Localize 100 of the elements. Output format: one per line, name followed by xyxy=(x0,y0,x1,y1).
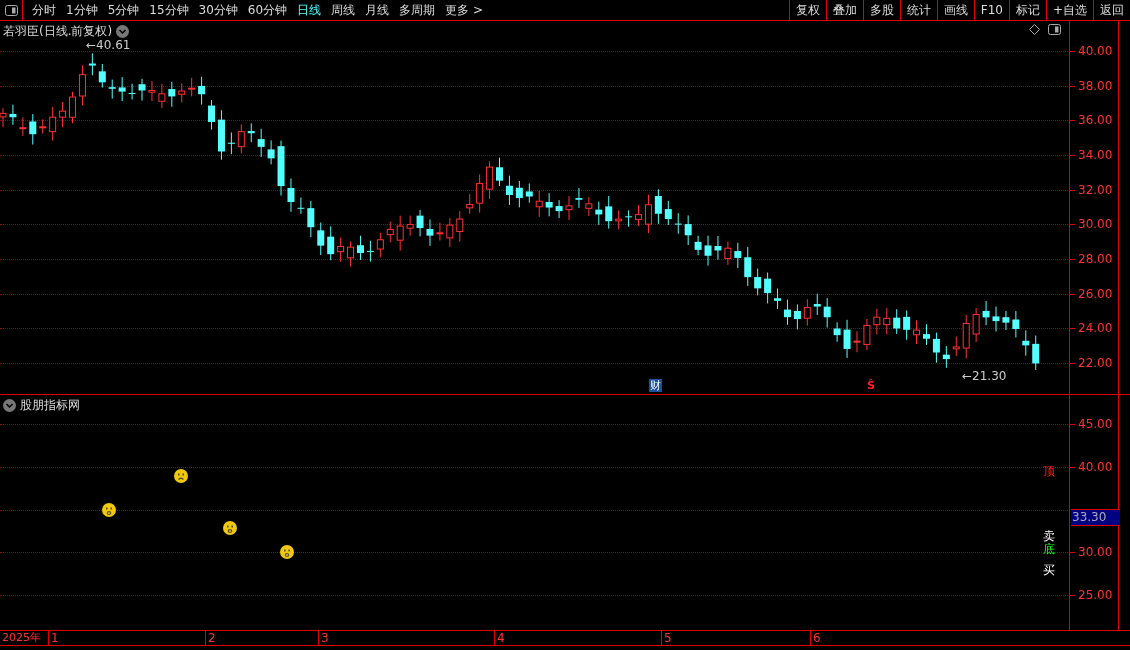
candle xyxy=(1022,329,1030,357)
price-axis-label: 30.00 xyxy=(1078,545,1113,560)
candle xyxy=(813,293,821,316)
candle xyxy=(257,128,265,158)
candle xyxy=(982,300,990,326)
diamond-icon[interactable] xyxy=(1029,24,1040,35)
price-axis-label: 30.00 xyxy=(1078,217,1113,232)
candle xyxy=(595,201,603,226)
candle xyxy=(406,215,414,237)
candle xyxy=(565,195,573,221)
toolbar-button[interactable]: 标记 xyxy=(1008,0,1046,20)
candle xyxy=(128,83,136,100)
candle xyxy=(853,330,861,353)
period-tab[interactable]: 15分钟 xyxy=(144,0,194,20)
candle xyxy=(267,139,275,165)
period-tab[interactable]: 周线 xyxy=(326,0,361,20)
candle xyxy=(347,241,355,268)
candle xyxy=(78,64,86,106)
period-tab[interactable]: 1分钟 xyxy=(61,0,103,20)
candle xyxy=(337,237,345,263)
signal-label: 顶 xyxy=(1043,465,1055,478)
period-tab[interactable]: 多周期 xyxy=(394,0,441,20)
signal-label: 买 xyxy=(1043,564,1055,577)
candle xyxy=(69,91,76,124)
candle xyxy=(138,78,146,102)
candle xyxy=(426,218,434,247)
candle xyxy=(873,308,881,335)
candle xyxy=(525,182,533,204)
period-tab[interactable]: 日线 xyxy=(292,0,327,20)
candle xyxy=(793,303,801,330)
candle xyxy=(49,106,57,142)
period-tab[interactable]: 30分钟 xyxy=(193,0,243,20)
current-value-tag: 33.30 xyxy=(1071,509,1120,526)
sad-face-icon xyxy=(174,469,188,483)
panel-toggle-icon[interactable] xyxy=(1048,24,1061,35)
candle xyxy=(754,268,762,296)
candle xyxy=(714,235,722,261)
event-marker[interactable]: 财 xyxy=(649,379,662,392)
candle xyxy=(555,199,563,219)
period-tab[interactable]: 更多 > xyxy=(440,0,488,20)
month-label: 5 xyxy=(661,631,672,645)
surprised-face-icon xyxy=(102,503,116,517)
candle xyxy=(952,336,960,357)
candle xyxy=(833,321,841,343)
candle xyxy=(327,225,335,261)
candle xyxy=(625,209,633,228)
candle xyxy=(654,188,662,225)
candle xyxy=(1032,335,1040,371)
candle xyxy=(317,222,325,256)
signal-label: 卖 xyxy=(1043,530,1055,543)
candle xyxy=(803,298,811,327)
candle xyxy=(198,76,206,106)
candle xyxy=(247,122,255,143)
toolbar-button[interactable]: +自选 xyxy=(1045,0,1093,20)
candle xyxy=(396,215,404,252)
toolbar-button[interactable]: 叠加 xyxy=(825,0,863,20)
candle xyxy=(913,319,921,345)
candle xyxy=(694,235,702,256)
chevron-down-icon[interactable] xyxy=(116,25,130,38)
candle xyxy=(932,332,940,364)
candle xyxy=(386,221,394,243)
surprised-face-icon xyxy=(280,545,294,559)
candle xyxy=(108,79,116,100)
candle xyxy=(615,209,623,230)
candle xyxy=(992,306,1000,332)
price-axis-label: 38.00 xyxy=(1078,78,1113,93)
candle xyxy=(684,214,692,246)
toolbar-button[interactable]: F10 xyxy=(973,0,1009,20)
candle xyxy=(39,118,47,135)
toolbar-button[interactable]: 返回 xyxy=(1093,0,1130,20)
price-axis-label: 34.00 xyxy=(1078,147,1113,162)
period-tab[interactable]: 5分钟 xyxy=(102,0,145,20)
candle xyxy=(366,240,374,263)
panel-toggle-icon[interactable] xyxy=(4,4,18,16)
candle xyxy=(148,80,156,102)
period-tab[interactable]: 60分钟 xyxy=(242,0,293,20)
month-label: 3 xyxy=(318,631,329,645)
candle xyxy=(496,157,503,187)
candle xyxy=(476,174,484,214)
candle xyxy=(0,107,7,128)
chevron-down-icon[interactable] xyxy=(3,399,16,412)
toolbar-button[interactable]: 画线 xyxy=(936,0,974,20)
candle xyxy=(456,210,464,243)
candle xyxy=(466,193,474,215)
candle xyxy=(59,101,67,128)
toolbar-button[interactable]: 统计 xyxy=(899,0,937,20)
month-label: 1 xyxy=(48,631,59,645)
candle xyxy=(486,160,494,200)
toolbar-button[interactable]: 复权 xyxy=(788,0,826,20)
candle xyxy=(188,77,196,97)
toolbar-button[interactable]: 多股 xyxy=(862,0,900,20)
candle xyxy=(893,308,901,335)
period-tab[interactable]: 月线 xyxy=(360,0,395,20)
low-price-label: ←21.30 xyxy=(962,369,1007,383)
period-tab[interactable]: 分时 xyxy=(27,0,61,20)
candle xyxy=(98,63,106,89)
candle xyxy=(376,232,384,258)
candle xyxy=(416,209,424,237)
candle xyxy=(227,132,235,155)
event-marker[interactable]: Ŝ xyxy=(866,379,876,392)
